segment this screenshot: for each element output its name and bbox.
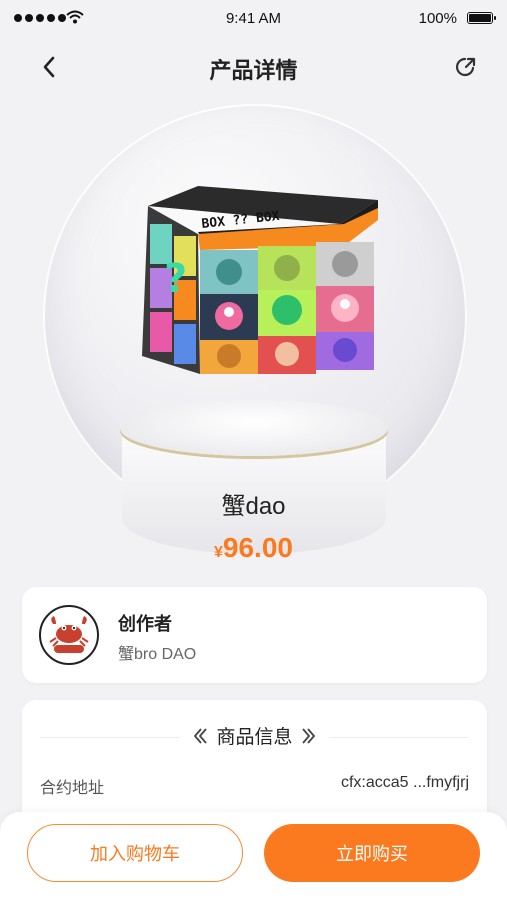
battery-icon [467,12,496,24]
crab-logo-icon [49,616,89,653]
creator-name: 蟹bro DAO [118,646,197,663]
svg-text:?: ? [164,256,187,302]
add-to-cart-button[interactable]: 加入购物车 [27,824,243,882]
mystery-box-image: BOX ?? BOX ? [142,186,378,374]
contract-address-value[interactable]: cfx:acca5 ...fmyfjrj [341,774,469,792]
share-arrow-icon [456,57,476,77]
share-button[interactable] [451,52,481,82]
page-title: 产品详情 [209,58,298,83]
price-value: 96.00 [222,532,293,563]
price-currency: ¥ [214,544,223,561]
product-name: 蟹dao [221,493,286,520]
creator-card[interactable]: 创作者 蟹bro DAO [22,587,487,683]
double-chevron-left-icon [194,727,208,744]
pedestal-top [120,400,388,456]
status-bar: 9:41 AM 100% [0,0,507,38]
info-title: 商品信息 [216,727,293,748]
double-chevron-right-icon [301,727,315,744]
battery-percent: 100% [418,10,457,27]
contract-address-label: 合约地址 [40,780,105,797]
bottom-action-bar: 加入购物车 立即购买 [0,812,507,900]
product-price: ¥96.00 [0,532,507,564]
info-header: 商品信息 [22,722,487,749]
nav-bar: 产品详情 [0,40,507,94]
buy-now-button[interactable]: 立即购买 [264,824,480,882]
creator-avatar [39,605,99,665]
creator-label: 创作者 [118,614,172,634]
